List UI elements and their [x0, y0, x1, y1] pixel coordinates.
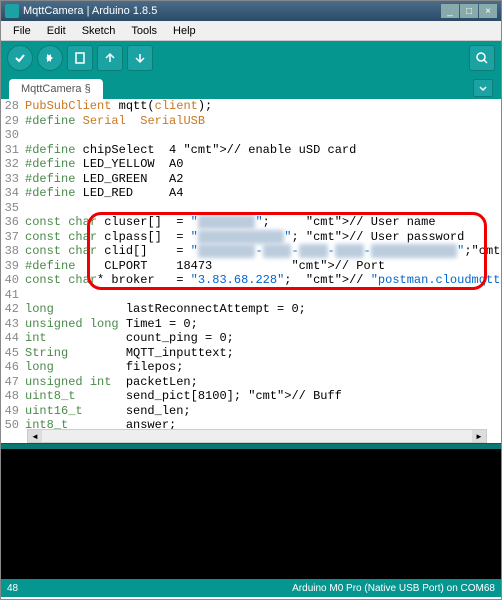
tab-bar: MqttCamera §: [1, 75, 501, 99]
save-button[interactable]: [127, 45, 153, 71]
menu-help[interactable]: Help: [165, 23, 204, 39]
menu-file[interactable]: File: [5, 23, 39, 39]
app-icon: [5, 4, 19, 18]
menu-sketch[interactable]: Sketch: [74, 23, 124, 39]
menu-tools[interactable]: Tools: [123, 23, 165, 39]
upload-button[interactable]: [37, 45, 63, 71]
window-title: MqttCamera | Arduino 1.8.5: [23, 5, 441, 17]
menu-edit[interactable]: Edit: [39, 23, 74, 39]
console-output[interactable]: [1, 449, 501, 579]
tab-sketch[interactable]: MqttCamera §: [9, 79, 103, 99]
code-editor[interactable]: 28PubSubClient mqtt(client);29#define Se…: [1, 99, 501, 443]
status-board-info: Arduino M0 Pro (Native USB Port) on COM6…: [292, 583, 495, 594]
tab-menu-button[interactable]: [473, 79, 493, 97]
scroll-right-button[interactable]: ►: [472, 430, 486, 442]
verify-button[interactable]: [7, 45, 33, 71]
window-titlebar: MqttCamera | Arduino 1.8.5 _ □ ×: [1, 1, 501, 21]
minimize-button[interactable]: _: [441, 4, 459, 18]
open-button[interactable]: [97, 45, 123, 71]
horizontal-scrollbar[interactable]: ◄ ►: [27, 429, 487, 443]
status-bar: 48 Arduino M0 Pro (Native USB Port) on C…: [1, 579, 501, 597]
close-button[interactable]: ×: [479, 4, 497, 18]
scroll-left-button[interactable]: ◄: [28, 430, 42, 442]
menu-bar: File Edit Sketch Tools Help: [1, 21, 501, 41]
maximize-button[interactable]: □: [460, 4, 478, 18]
serial-monitor-button[interactable]: [469, 45, 495, 71]
new-button[interactable]: [67, 45, 93, 71]
toolbar: [1, 41, 501, 75]
status-line-number: 48: [7, 583, 292, 594]
